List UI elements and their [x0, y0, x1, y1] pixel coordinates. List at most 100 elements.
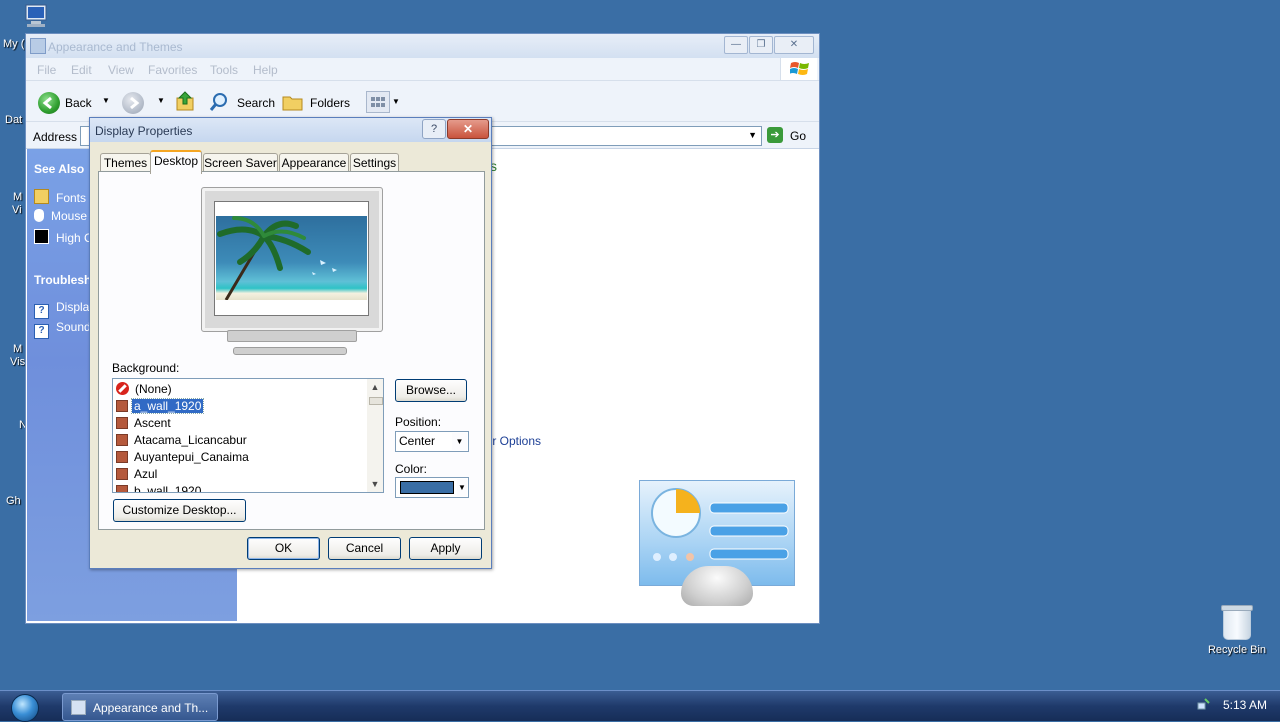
ok-button[interactable]: OK [247, 537, 320, 560]
back-icon[interactable] [38, 92, 60, 114]
image-file-icon [116, 485, 128, 492]
image-file-icon [116, 434, 128, 446]
desktop-label-fragment[interactable]: M [13, 191, 22, 203]
menu-favorites[interactable]: Favorites [148, 63, 197, 77]
sidebar-item-label: Sound [56, 320, 91, 334]
views-dropdown-icon[interactable]: ▼ [392, 97, 400, 106]
toolbar: Back ▼ ▼ Search Folders ▼ [26, 81, 819, 122]
scroll-down-icon[interactable]: ▼ [367, 476, 383, 492]
desktop-label-fragment[interactable]: M [13, 343, 22, 355]
control-panel-icon [71, 700, 86, 715]
sidebar-item-sound[interactable]: ? Sound [34, 320, 91, 339]
list-item[interactable]: (None) [116, 381, 174, 397]
desktop-label-fragment[interactable]: Vi [12, 204, 22, 216]
maximize-button[interactable]: ❐ [749, 36, 773, 54]
my-computer-icon[interactable] [23, 4, 51, 28]
list-item-selected[interactable]: a_wall_1920 [116, 398, 205, 414]
background-list[interactable]: (None) a_wall_1920 Ascent Atacama_Licanc… [112, 378, 384, 493]
mouse-icon [34, 209, 44, 222]
desktop-label-my-computer[interactable]: My ( [3, 38, 24, 50]
go-arrow-icon[interactable]: ➔ [767, 127, 783, 143]
desktop-label-fragment[interactable]: Vis [10, 356, 25, 368]
desktop-label-fragment[interactable]: Gh [6, 495, 21, 507]
image-file-icon [116, 451, 128, 463]
display-properties-dialog: Display Properties ? ✕ Themes Desktop Sc… [89, 117, 492, 569]
menu-edit[interactable]: Edit [71, 63, 92, 77]
dialog-titlebar[interactable]: Display Properties ? ✕ [90, 118, 491, 142]
scroll-up-icon[interactable]: ▲ [367, 379, 383, 395]
list-item[interactable]: Azul [116, 466, 159, 482]
close-button[interactable]: ✕ [774, 36, 814, 54]
menu-view[interactable]: View [108, 63, 134, 77]
taskbar-item-label: Appearance and Th... [93, 701, 209, 715]
color-label: Color: [395, 462, 428, 476]
monitor-preview [201, 187, 383, 332]
mouse-illustration [681, 566, 753, 606]
minimize-button[interactable]: — [724, 36, 748, 54]
menu-tools[interactable]: Tools [210, 63, 238, 77]
windows-logo [780, 58, 817, 80]
back-button-label[interactable]: Back [65, 96, 92, 110]
forward-icon[interactable] [122, 92, 144, 114]
sidebar-item-high-contrast[interactable]: High C [34, 229, 93, 245]
menu-help[interactable]: Help [253, 63, 278, 77]
monitor-stand [227, 330, 357, 342]
cancel-button[interactable]: Cancel [328, 537, 401, 560]
views-icon[interactable] [366, 91, 390, 113]
list-item[interactable]: b_wall_1920 [116, 483, 203, 492]
browse-button[interactable]: Browse... [395, 379, 467, 402]
tab-themes[interactable]: Themes [100, 153, 151, 172]
address-label: Address [33, 130, 78, 144]
sidebar-item-label: High C [56, 231, 93, 245]
address-dropdown-icon[interactable]: ▼ [748, 130, 757, 140]
sidebar-item-label: Mouse [51, 209, 88, 223]
help-icon: ? [34, 304, 49, 319]
forward-dropdown-icon[interactable]: ▼ [157, 96, 165, 105]
up-folder-icon[interactable] [175, 90, 197, 112]
sidebar-item-label: Fonts [56, 191, 87, 205]
back-dropdown-icon[interactable]: ▼ [102, 96, 110, 105]
tab-screen-saver[interactable]: Screen Saver [203, 153, 278, 172]
dialog-close-button[interactable]: ✕ [447, 119, 489, 139]
search-button-label[interactable]: Search [237, 96, 275, 110]
help-button[interactable]: ? [422, 119, 446, 139]
recycle-bin[interactable]: Recycle Bin [1204, 605, 1270, 656]
high-contrast-icon [34, 229, 49, 244]
explorer-titlebar[interactable]: Appearance and Themes — ❐ ✕ [26, 34, 819, 58]
list-item[interactable]: Atacama_Licancabur [116, 432, 249, 448]
dialog-title: Display Properties [95, 124, 193, 138]
sidebar-item-mouse[interactable]: Mouse [34, 209, 87, 223]
apply-button[interactable]: Apply [409, 537, 482, 560]
list-item[interactable]: Ascent [116, 415, 173, 431]
scroll-thumb[interactable] [369, 397, 383, 405]
start-button[interactable] [11, 694, 39, 722]
help-icon: ? [34, 324, 49, 339]
folders-icon[interactable] [282, 91, 304, 113]
folders-button-label[interactable]: Folders [310, 96, 350, 110]
control-panel-icon [30, 38, 46, 54]
chevron-down-icon[interactable]: ▼ [457, 479, 467, 496]
recycle-bin-icon [1221, 605, 1253, 640]
go-button-label[interactable]: Go [790, 129, 806, 143]
search-icon[interactable] [209, 91, 231, 113]
menu-file[interactable]: File [37, 63, 56, 77]
sidebar-item-display[interactable]: ? Display [34, 300, 95, 319]
desktop-label-fragment[interactable]: Dat [5, 114, 22, 126]
list-item[interactable]: Auyantepui_Canaima [116, 449, 251, 465]
position-value: Center [399, 434, 436, 448]
customize-desktop-button[interactable]: Customize Desktop... [113, 499, 246, 522]
tab-settings[interactable]: Settings [350, 153, 399, 172]
tab-desktop[interactable]: Desktop [150, 150, 202, 174]
taskbar-item-appearance[interactable]: Appearance and Th... [62, 693, 218, 721]
chevron-down-icon[interactable]: ▼ [452, 433, 467, 450]
sidebar-item-fonts[interactable]: Fonts [34, 189, 86, 205]
image-file-icon [116, 400, 128, 412]
tab-appearance[interactable]: Appearance [279, 153, 349, 172]
network-tray-icon[interactable] [1197, 697, 1211, 711]
position-select[interactable]: Center ▼ [395, 431, 469, 452]
color-picker[interactable]: ▼ [395, 477, 469, 498]
folder-icon [34, 189, 49, 204]
content-scrollbar[interactable] [805, 149, 818, 623]
list-scrollbar[interactable]: ▲ ▼ [367, 379, 383, 492]
color-swatch [400, 481, 454, 494]
